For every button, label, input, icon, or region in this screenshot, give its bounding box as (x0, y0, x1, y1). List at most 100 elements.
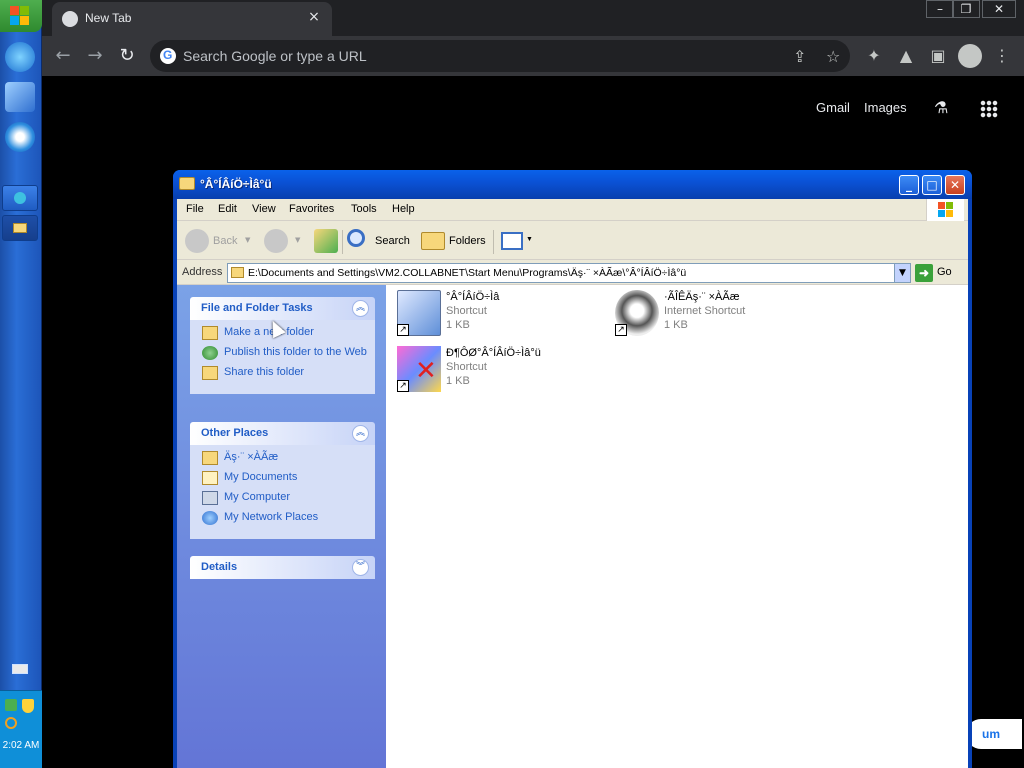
file-list: ↗ °Â°ÍÂíÖ÷Ìâ Shortcut 1 KB ↗ ·ÃÎÊÄş·¨ ×À… (386, 285, 968, 768)
forward-dropdown-icon[interactable]: ▼ (295, 236, 300, 244)
menu-favorites[interactable]: Favorites (289, 203, 334, 215)
address-input[interactable]: E:\Documents and Settings\VM2.COLLABNET\… (227, 263, 911, 283)
folder-open-icon (179, 177, 195, 190)
menu-view[interactable]: View (252, 203, 276, 215)
menu-file[interactable]: File (186, 203, 204, 215)
expand-chevron-icon[interactable]: ︾ (352, 559, 369, 576)
share-folder-link[interactable]: Share this folder (190, 366, 375, 380)
file-type: Shortcut (446, 361, 487, 373)
new-folder-icon (202, 326, 218, 340)
publish-folder-link[interactable]: Publish this folder to the Web (190, 346, 375, 360)
panel-title: Other Places (201, 427, 269, 439)
gmail-link[interactable]: Gmail (816, 100, 850, 115)
profile-avatar[interactable] (958, 44, 982, 68)
restore-button[interactable]: ❐ (952, 0, 980, 18)
back-dropdown-icon[interactable]: ▼ (245, 236, 250, 244)
menu-tools[interactable]: Tools (351, 203, 377, 215)
collapse-chevron-icon[interactable]: ︽ (352, 300, 369, 317)
menu-edit[interactable]: Edit (218, 203, 237, 215)
back-arrow-icon[interactable]: ← (51, 44, 75, 68)
standard-toolbar: Back ▼ ▼ Search Folders ▼ (177, 222, 968, 260)
google-apps-icon[interactable] (980, 100, 998, 118)
google-icon (160, 48, 176, 64)
my-computer-icon (202, 491, 218, 505)
go-label: Go (937, 266, 952, 278)
keyboard-icon[interactable] (12, 664, 28, 674)
windows-logo (926, 199, 964, 221)
explorer-content: File and Folder Tasks ︽ Make a new folde… (177, 285, 968, 768)
clock[interactable]: 2:02 AM (0, 740, 42, 751)
place-link[interactable]: Äş·¨ ×ÀÃæ (190, 451, 375, 465)
show-desktop-icon[interactable] (5, 82, 35, 112)
search-label: Search (375, 235, 410, 247)
go-button[interactable]: ➜ Go (915, 263, 960, 283)
file-item[interactable]: ↗ ·ÃÎÊÄş·¨ ×ÀÃæ Internet Shortcut 1 KB (609, 288, 809, 340)
tab-new-tab[interactable]: New Tab × (52, 2, 332, 36)
other-places-list: Äş·¨ ×ÀÃæ My Documents My Computer My Ne… (190, 445, 375, 539)
panel-title: Details (201, 561, 238, 573)
details-header[interactable]: Details ︾ (190, 556, 375, 579)
xp-close-button[interactable]: ✕ (945, 175, 965, 195)
share-icon[interactable]: ⇪ (793, 47, 806, 66)
start-button[interactable] (0, 0, 42, 32)
search-tray-icon[interactable] (5, 717, 17, 729)
my-network-places-link[interactable]: My Network Places (190, 511, 375, 525)
file-type: Shortcut (446, 305, 487, 317)
side-panel-icon[interactable]: ▣ (928, 46, 948, 66)
collapse-chevron-icon[interactable]: ︽ (352, 425, 369, 442)
xp-minimize-button[interactable]: _ (899, 175, 919, 195)
xp-maximize-button[interactable]: □ (922, 175, 942, 195)
file-size: 1 KB (446, 375, 470, 387)
views-grid-icon (501, 232, 523, 250)
taskbar-item-explorer[interactable] (2, 215, 38, 241)
minimize-button[interactable]: – (926, 0, 954, 18)
my-documents-link[interactable]: My Documents (190, 471, 375, 485)
views-button[interactable]: ▼ (499, 229, 535, 253)
bookmark-star-icon[interactable]: ☆ (826, 47, 840, 66)
place-label: My Computer (224, 491, 291, 503)
reload-icon[interactable]: ↻ (115, 44, 139, 68)
labs-flask-icon[interactable]: ⚗ (934, 98, 950, 118)
security-shield-icon[interactable] (22, 699, 34, 713)
system-tray (0, 690, 42, 768)
search-button[interactable]: Search (347, 229, 411, 253)
extensions-icon[interactable]: ✦ (864, 46, 884, 66)
network-icon[interactable] (5, 699, 17, 711)
folders-icon (421, 232, 445, 250)
up-folder-button[interactable] (314, 229, 338, 253)
file-name: ·ÃÎÊÄş·¨ ×ÀÃæ (664, 291, 740, 303)
shortcut-arrow-icon: ↗ (615, 324, 627, 336)
toolbar-separator (493, 230, 494, 254)
omnibox[interactable]: Search Google or type a URL ⇪ ☆ (150, 40, 850, 72)
internet-explorer-icon[interactable] (5, 42, 35, 72)
file-item[interactable]: ↗ °Â°ÍÂíÖ÷Ìâ Shortcut 1 KB (391, 288, 591, 340)
network-places-icon (202, 511, 218, 525)
desktop: 2:02 AM New Tab × – ❐ ✕ ← → ↻ Search Goo… (0, 0, 1024, 768)
other-places-header[interactable]: Other Places ︽ (190, 422, 375, 445)
customize-chrome-button[interactable]: um (966, 719, 1022, 749)
file-type: Internet Shortcut (664, 305, 746, 317)
close-button[interactable]: ✕ (982, 0, 1016, 18)
tab-close-icon[interactable]: × (306, 9, 322, 25)
images-link[interactable]: Images (864, 100, 907, 115)
menu-help[interactable]: Help (392, 203, 415, 215)
file-folder-tasks-header[interactable]: File and Folder Tasks ︽ (190, 297, 375, 320)
back-button[interactable]: Back (185, 229, 245, 253)
my-computer-link[interactable]: My Computer (190, 491, 375, 505)
windows-flag-icon (938, 202, 954, 218)
explorer-title-bar[interactable]: °Â°ÍÂíÖ÷Ìâ°ü _ □ ✕ (173, 170, 972, 199)
forward-button[interactable] (264, 229, 294, 253)
menu-kebab-icon[interactable]: ⋮ (992, 46, 1012, 66)
publish-web-icon (202, 346, 218, 360)
file-name: Ð¶ÔØ°Â°ÍÂíÖ÷Ìâ°ü (446, 347, 541, 359)
shortcut-arrow-icon: ↗ (397, 324, 409, 336)
taskbar-item-chrome[interactable] (2, 185, 38, 211)
xp-taskbar: 2:02 AM (0, 0, 42, 768)
file-item[interactable]: ✕ ↗ Ð¶ÔØ°Â°ÍÂíÖ÷Ìâ°ü Shortcut 1 KB (391, 344, 591, 396)
labs-flask-icon[interactable]: ▲ (896, 46, 916, 66)
address-dropdown-icon[interactable]: ▼ (894, 264, 910, 282)
media-player-icon[interactable] (5, 122, 35, 152)
views-dropdown-icon: ▼ (526, 236, 533, 243)
forward-arrow-icon[interactable]: → (83, 44, 107, 68)
folders-button[interactable]: Folders (421, 229, 486, 253)
